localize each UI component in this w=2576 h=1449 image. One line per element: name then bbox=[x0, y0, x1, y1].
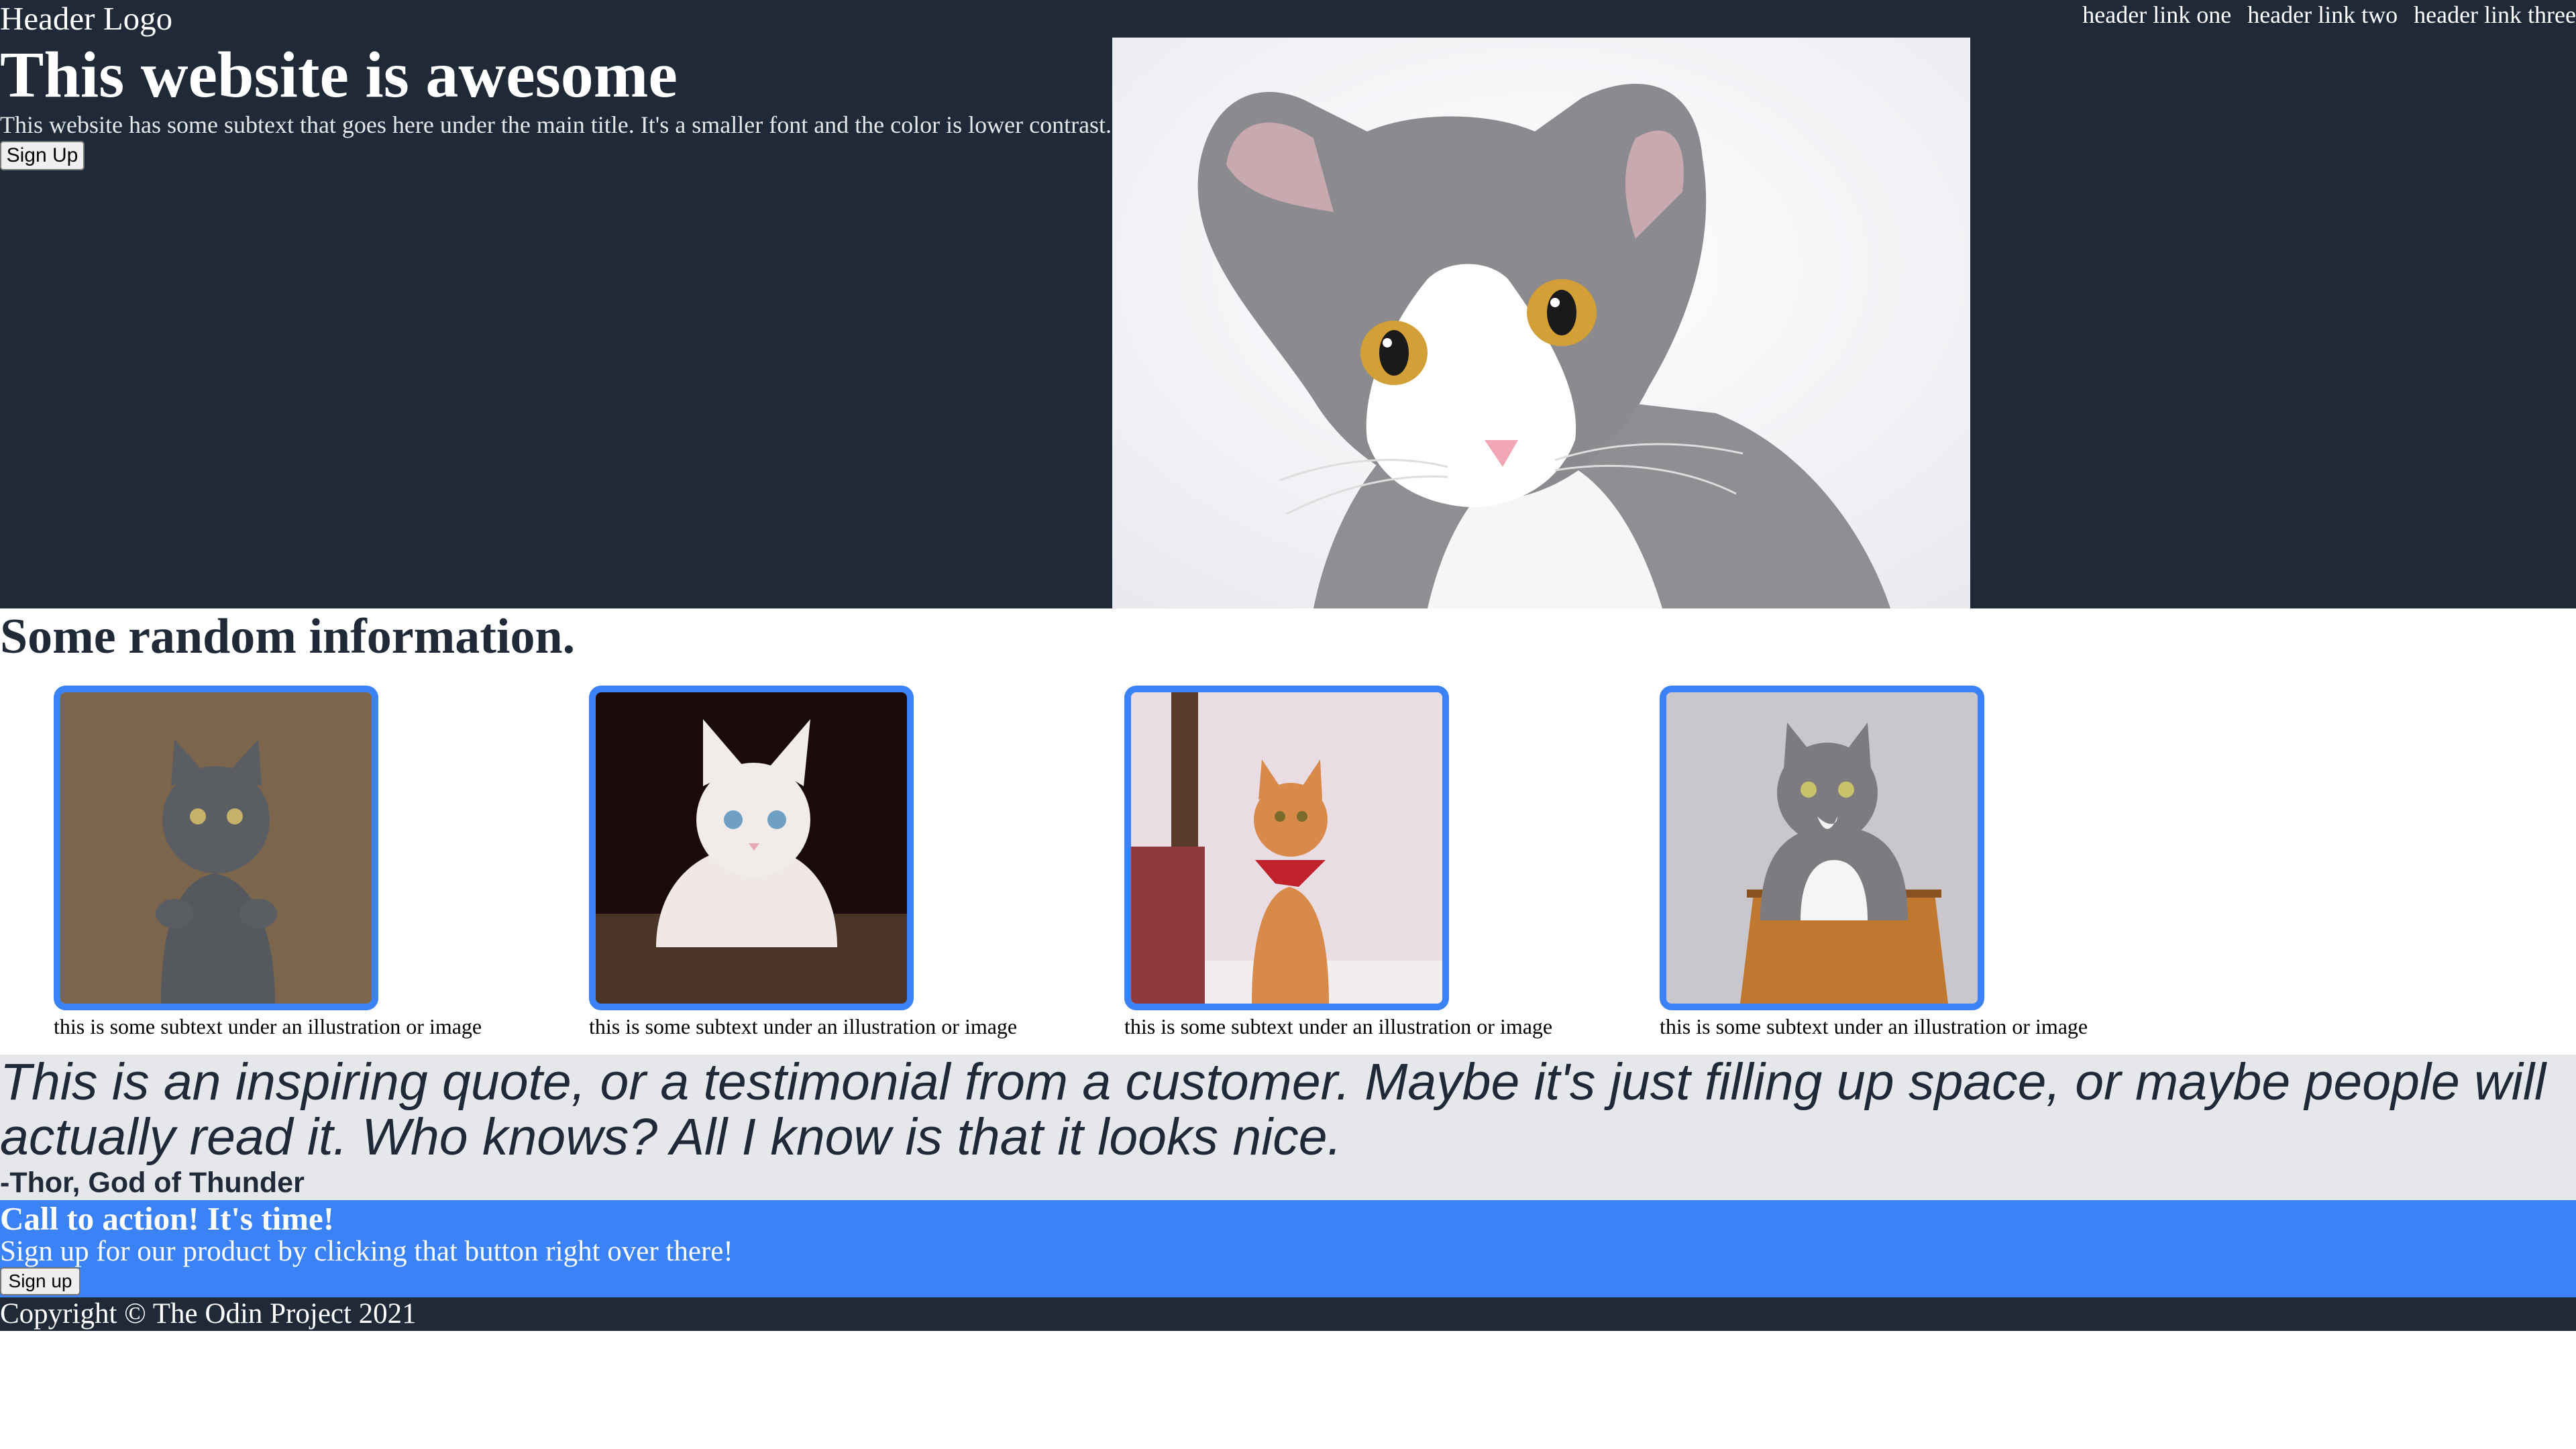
hero-subtitle: This website has some subtext that goes … bbox=[0, 111, 1112, 138]
card-image bbox=[54, 686, 378, 1010]
info-card: this is some subtext under an illustrati… bbox=[1606, 686, 2143, 1040]
info-card: this is some subtext under an illustrati… bbox=[1071, 686, 1607, 1040]
call-to-action: Call to action! It's time! Sign up for o… bbox=[0, 1200, 2576, 1297]
hero-section: Header Logo header link one header link … bbox=[0, 0, 2576, 608]
hero-cat-image bbox=[1112, 38, 1970, 608]
cat-photo-icon bbox=[1666, 692, 1978, 1004]
card-image bbox=[1660, 686, 1984, 1010]
header-logo[interactable]: Header Logo bbox=[0, 0, 172, 38]
card-image bbox=[1124, 686, 1449, 1010]
hero-title: This website is awesome bbox=[0, 39, 678, 111]
info-title: Some random information. bbox=[0, 609, 576, 664]
quote-section: This is an inspiring quote, or a testimo… bbox=[0, 1055, 2576, 1200]
card-caption: this is some subtext under an illustrati… bbox=[1660, 1014, 2088, 1038]
cat-photo-icon bbox=[1131, 692, 1442, 1004]
cta-title: Call to action! It's time! bbox=[0, 1200, 335, 1237]
card-image bbox=[589, 686, 914, 1010]
sign-up-button[interactable]: Sign Up bbox=[0, 141, 85, 170]
footer: Copyright © The Odin Project 2021 bbox=[0, 1297, 2576, 1331]
header-link-three[interactable]: header link three bbox=[2414, 0, 2576, 30]
cta-sign-up-button[interactable]: Sign up bbox=[0, 1267, 80, 1295]
quote-author: -Thor, God of Thunder bbox=[0, 1167, 305, 1199]
info-card: this is some subtext under an illustrati… bbox=[535, 686, 1072, 1040]
card-caption: this is some subtext under an illustrati… bbox=[1124, 1014, 1553, 1038]
header-nav: header link one header link two header l… bbox=[2082, 0, 2576, 30]
card-caption: this is some subtext under an illustrati… bbox=[54, 1014, 482, 1038]
card-caption: this is some subtext under an illustrati… bbox=[589, 1014, 1018, 1038]
info-card: this is some subtext under an illustrati… bbox=[0, 686, 537, 1040]
header-link-two[interactable]: header link two bbox=[2247, 0, 2398, 30]
cat-photo-icon bbox=[596, 692, 907, 1004]
quote-text: This is an inspiring quote, or a testimo… bbox=[0, 1053, 2546, 1166]
cta-subtitle: Sign up for our product by clicking that… bbox=[0, 1236, 733, 1267]
cat-photo-icon bbox=[1112, 38, 1970, 608]
cat-photo-icon bbox=[60, 692, 372, 1004]
copyright-text: Copyright © The Odin Project 2021 bbox=[0, 1298, 417, 1330]
header-link-one[interactable]: header link one bbox=[2082, 0, 2231, 30]
